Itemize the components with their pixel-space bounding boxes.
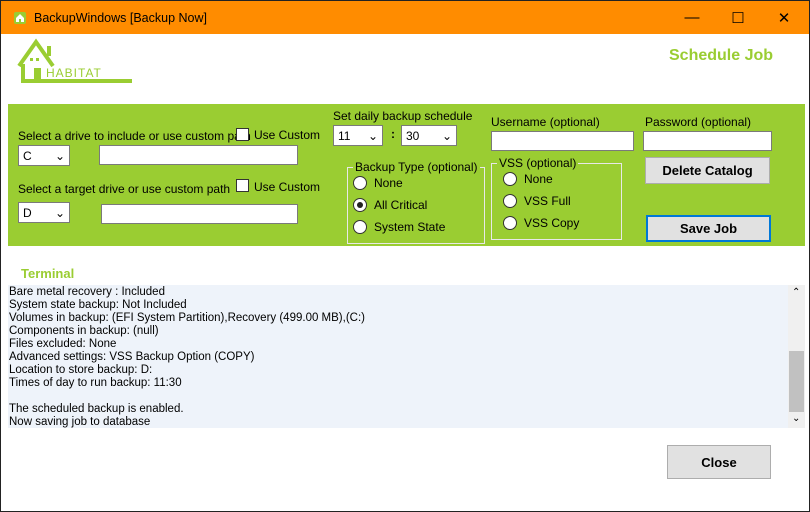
save-job-button[interactable]: Save Job xyxy=(646,215,771,242)
backup-type-option-system-state[interactable]: System State xyxy=(353,220,445,234)
target-drive-label: Select a target drive or use custom path xyxy=(18,182,231,196)
terminal-label: Terminal xyxy=(21,266,75,281)
vss-option-vss-full[interactable]: VSS Full xyxy=(503,194,571,208)
target-use-custom-label: Use Custom xyxy=(254,180,321,194)
source-path-input[interactable] xyxy=(99,145,298,165)
target-drive-value: D xyxy=(23,205,32,220)
username-label: Username (optional) xyxy=(491,115,600,129)
close-window-button[interactable]: ✕ xyxy=(761,1,807,34)
source-use-custom-checkbox[interactable] xyxy=(236,128,249,141)
target-drive-select[interactable]: D ⌄ xyxy=(18,202,70,223)
app-home-icon xyxy=(14,12,26,24)
password-label: Password (optional) xyxy=(645,115,752,129)
source-drive-label: Select a drive to include or use custom … xyxy=(18,129,251,143)
vss-option-none[interactable]: None xyxy=(503,172,553,186)
option-label: VSS Full xyxy=(524,194,571,208)
password-input[interactable] xyxy=(643,131,772,151)
terminal-line: Times of day to run backup: 11:30 xyxy=(9,377,182,389)
backup-type-option-none[interactable]: None xyxy=(353,176,403,190)
terminal-output[interactable]: Bare metal recovery : Included System sta… xyxy=(8,285,805,428)
target-use-custom-checkbox[interactable] xyxy=(236,179,249,192)
hour-value: 11 xyxy=(338,128,351,143)
terminal-line: Components in backup: (null) xyxy=(9,325,159,337)
terminal-line: Now saving job to database xyxy=(9,416,151,428)
title-bar: BackupWindows [Backup Now] — ☐ ✕ xyxy=(1,1,809,34)
page-heading: Schedule Job xyxy=(669,47,774,64)
backup-type-option-all-critical[interactable]: All Critical xyxy=(353,198,427,212)
option-label: VSS Copy xyxy=(524,216,580,230)
radio-button[interactable] xyxy=(353,176,367,190)
terminal-line: Advanced settings: VSS Backup Option (CO… xyxy=(9,351,255,363)
schedule-label: Set daily backup schedule xyxy=(333,109,473,123)
vss-title: VSS (optional) xyxy=(497,156,579,170)
option-label: All Critical xyxy=(374,198,428,212)
terminal-line: The scheduled backup is enabled. xyxy=(9,403,184,415)
radio-button[interactable] xyxy=(353,220,367,234)
radio-button[interactable] xyxy=(503,194,517,208)
option-label: System State xyxy=(374,220,446,234)
terminal-line: Volumes in backup: (EFI System Partition… xyxy=(9,312,365,324)
vss-option-vss-copy[interactable]: VSS Copy xyxy=(503,216,579,230)
minute-value: 30 xyxy=(406,128,420,143)
logo-text: HABITAT xyxy=(46,66,102,80)
scroll-down-icon[interactable]: ⌄ xyxy=(792,413,800,424)
maximize-button[interactable]: ☐ xyxy=(715,1,761,34)
terminal-line: Bare metal recovery : Included xyxy=(9,286,165,298)
delete-catalog-button[interactable]: Delete Catalog xyxy=(645,157,770,184)
minute-select[interactable]: 30 ⌄ xyxy=(401,125,457,146)
username-input[interactable] xyxy=(491,131,634,151)
minimize-button[interactable]: — xyxy=(669,1,715,34)
time-separator: : xyxy=(391,127,395,141)
terminal-lines: Bare metal recovery : Included System sta… xyxy=(9,286,365,429)
scroll-up-icon[interactable]: ⌃ xyxy=(792,287,800,298)
source-drive-select[interactable]: C ⌄ xyxy=(18,145,70,166)
hour-select[interactable]: 11 ⌄ xyxy=(333,125,383,146)
terminal-line: Files excluded: None xyxy=(9,338,117,350)
close-button[interactable]: Close xyxy=(667,445,771,479)
radio-dot xyxy=(357,202,363,208)
scrollbar-thumb[interactable] xyxy=(789,351,804,412)
chevron-down-icon: ⌄ xyxy=(367,128,378,143)
radio-button[interactable] xyxy=(503,172,517,186)
window-title: BackupWindows [Backup Now] xyxy=(34,11,207,25)
backup-type-title: Backup Type (optional) xyxy=(353,160,480,174)
radio-button[interactable] xyxy=(353,198,367,212)
habitat-logo: HABITAT xyxy=(17,38,132,83)
source-drive-value: C xyxy=(23,148,32,163)
terminal-line: Location to store backup: D: xyxy=(9,364,153,376)
option-label: None xyxy=(374,176,403,190)
terminal-scrollbar[interactable]: ⌃ ⌄ xyxy=(788,285,805,428)
chevron-down-icon: ⌄ xyxy=(54,148,65,163)
option-label: None xyxy=(524,172,553,186)
terminal-line: System state backup: Not Included xyxy=(9,299,187,311)
radio-button[interactable] xyxy=(503,216,517,230)
target-path-input[interactable] xyxy=(101,204,298,224)
chevron-down-icon: ⌄ xyxy=(441,128,452,143)
app-window: BackupWindows [Backup Now] — ☐ ✕ HABITAT… xyxy=(0,0,810,512)
source-use-custom-label: Use Custom xyxy=(254,128,321,142)
job-settings-panel: Select a drive to include or use custom … xyxy=(8,104,805,246)
chevron-down-icon: ⌄ xyxy=(54,205,65,220)
